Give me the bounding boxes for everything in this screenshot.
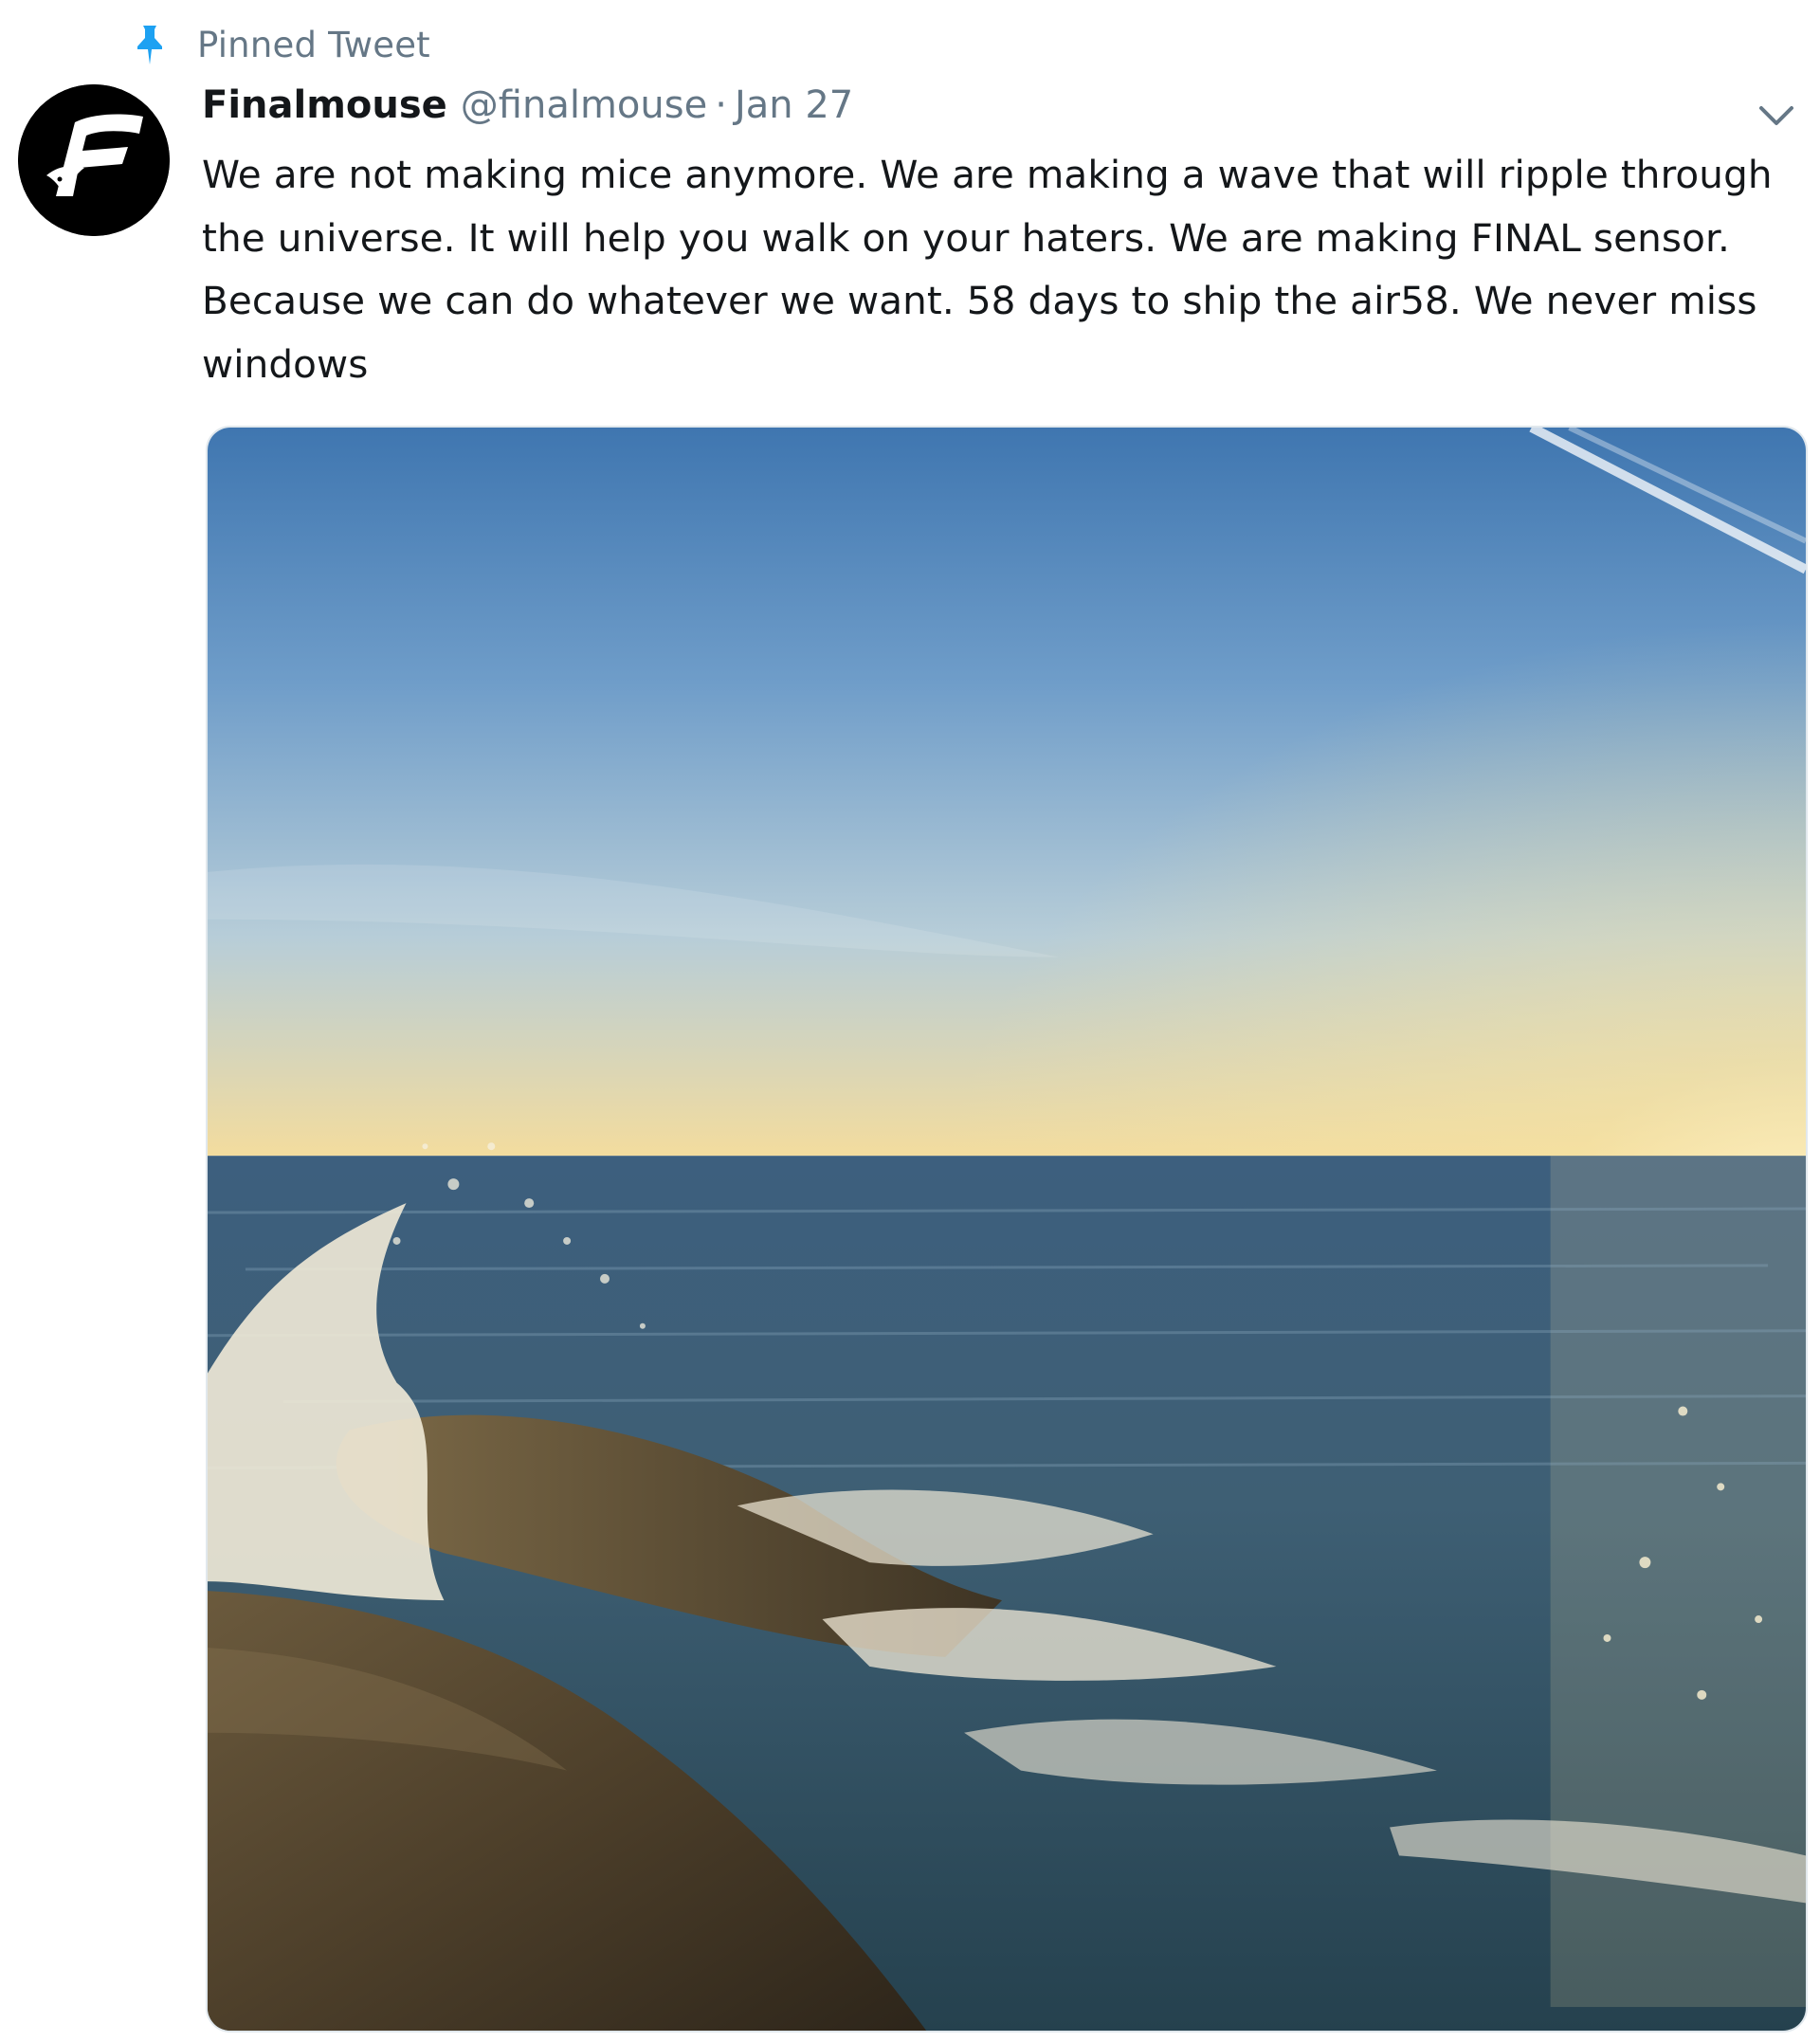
tweet-header: Finalmouse @finalmouse · Jan 27: [202, 83, 853, 133]
finalmouse-logo-icon: [18, 84, 170, 236]
author-display-name[interactable]: Finalmouse: [202, 83, 447, 127]
chevron-down-icon[interactable]: [1756, 99, 1797, 133]
avatar[interactable]: [18, 84, 170, 236]
tweet-date[interactable]: Jan 27: [735, 83, 853, 127]
separator-dot: ·: [715, 83, 727, 127]
tweet-text: We are not making mice anymore. We are m…: [202, 152, 1773, 387]
tweet-photo[interactable]: [206, 426, 1808, 2033]
pinned-label: Pinned Tweet: [197, 24, 430, 65]
author-handle[interactable]: @finalmouse: [461, 83, 707, 127]
ocean-photo: [208, 428, 1806, 2031]
pinned-tweet-indicator: Pinned Tweet: [131, 21, 430, 68]
pin-icon: [131, 24, 169, 65]
tweet-page: Pinned Tweet Finalmouse @finalmouse · Ja…: [0, 0, 1820, 2042]
